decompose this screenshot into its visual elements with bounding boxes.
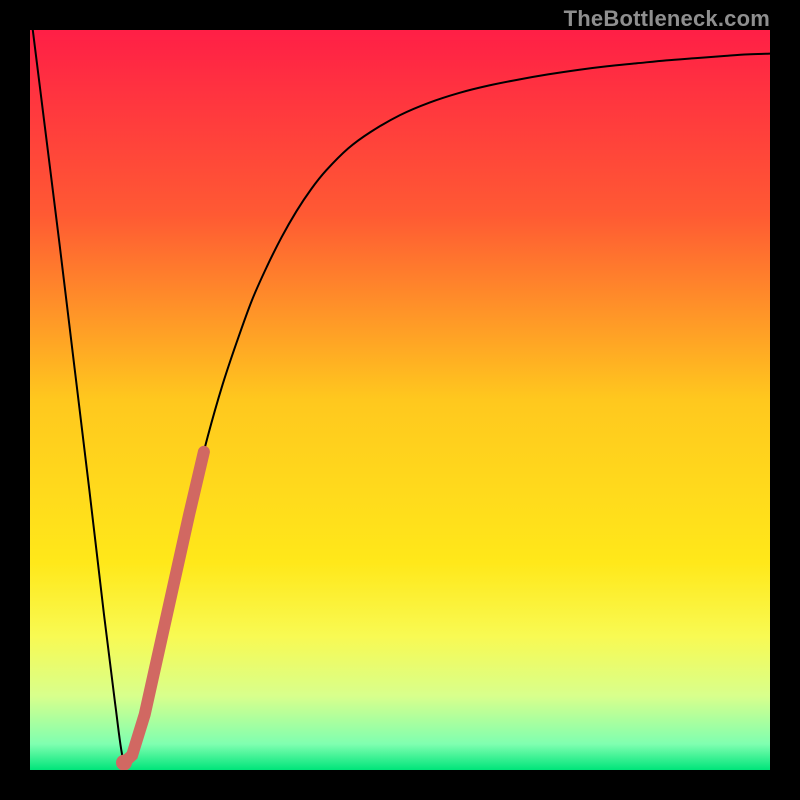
watermark-text: TheBottleneck.com <box>564 6 770 32</box>
bottleneck-curve <box>30 30 770 770</box>
chart-frame: TheBottleneck.com <box>0 0 800 800</box>
plot-area <box>30 30 770 770</box>
